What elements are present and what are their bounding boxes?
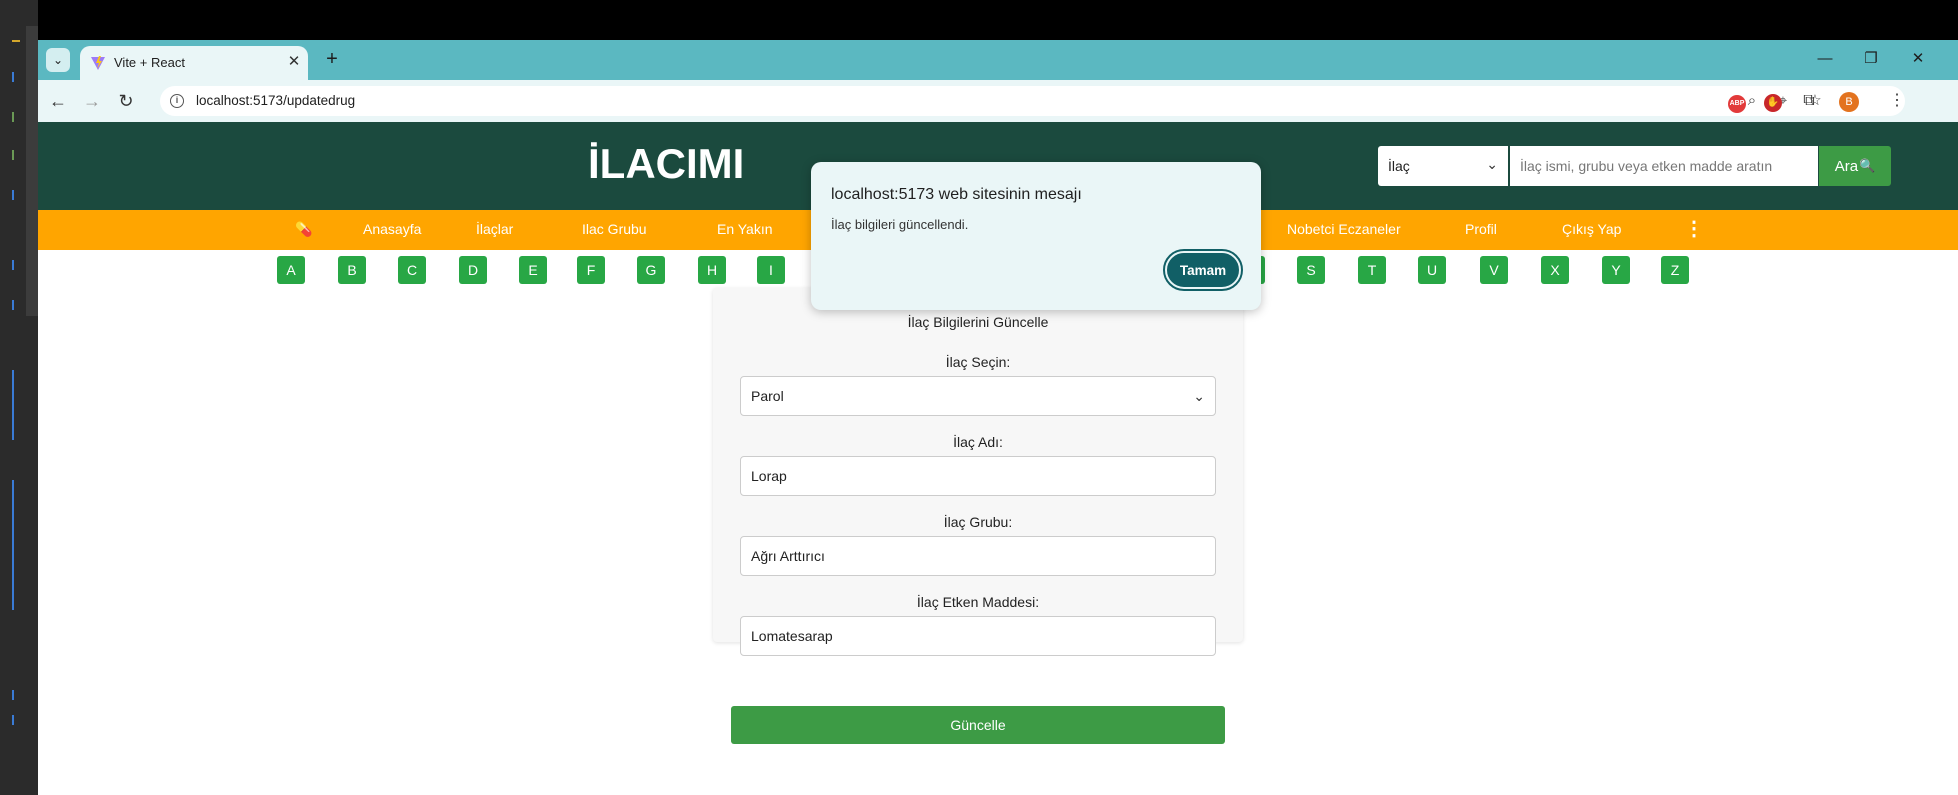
alert-dialog: localhost:5173 web sitesinin mesajı İlaç… bbox=[811, 162, 1261, 310]
search-button-label: Ara bbox=[1834, 157, 1859, 175]
nav-item-drug-group[interactable]: Ilac Grubu bbox=[582, 221, 647, 237]
drug-select-value: Parol bbox=[751, 388, 784, 404]
search-icon: 🔍 bbox=[1859, 158, 1876, 173]
nav-item-nearest[interactable]: En Yakın bbox=[717, 221, 773, 237]
letter-button[interactable]: I bbox=[757, 256, 785, 284]
letter-button[interactable]: B bbox=[338, 256, 366, 284]
editor-marker bbox=[12, 690, 14, 700]
site-brand[interactable]: İLACIMI bbox=[588, 140, 744, 188]
editor-marker bbox=[12, 300, 14, 310]
vite-favicon-icon bbox=[91, 56, 105, 70]
drug-name-value: Lorap bbox=[751, 468, 787, 484]
letter-button[interactable]: G bbox=[637, 256, 665, 284]
drug-group-field[interactable]: Ağrı Arttırıcı bbox=[740, 536, 1216, 576]
profile-initial: B bbox=[1839, 92, 1859, 112]
chevron-down-icon: ⌄ bbox=[1486, 156, 1498, 172]
drug-select[interactable]: Parol ⌄ bbox=[740, 376, 1216, 416]
chevron-down-icon: ⌄ bbox=[1193, 388, 1205, 404]
editor-marker bbox=[12, 72, 14, 82]
letter-button[interactable]: V bbox=[1480, 256, 1508, 284]
search-type-select[interactable]: İlaç ⌄ bbox=[1378, 146, 1508, 186]
adblock-icon[interactable]: ABP bbox=[1726, 90, 1748, 113]
letter-button[interactable]: E bbox=[519, 256, 547, 284]
address-bar[interactable]: i localhost:5173/updatedrug ⌕ ⌖ ☆ bbox=[160, 86, 1905, 116]
active-ingredient-field[interactable]: Lomatesarap bbox=[740, 616, 1216, 656]
back-icon[interactable]: ← bbox=[44, 87, 72, 115]
stop-extension-icon[interactable]: ✋ bbox=[1762, 90, 1784, 112]
browser-toolbar: ← → ↻ i localhost:5173/updatedrug ⌕ ⌖ ☆ … bbox=[38, 80, 1958, 122]
menu-icon[interactable]: ⋮ bbox=[1886, 90, 1908, 112]
letter-button[interactable]: Z bbox=[1661, 256, 1689, 284]
drug-name-field[interactable]: Lorap bbox=[740, 456, 1216, 496]
letter-button[interactable]: T bbox=[1358, 256, 1386, 284]
window-close-icon[interactable]: ✕ bbox=[1898, 46, 1938, 72]
editor-side-strip bbox=[0, 0, 38, 795]
drug-group-label: İlaç Grubu: bbox=[943, 514, 1013, 530]
nav-item-drugs[interactable]: İlaçlar bbox=[476, 221, 513, 237]
tab-strip: ⌄ Vite + React ✕ + — ❐ ✕ bbox=[38, 40, 1958, 80]
tab-title: Vite + React bbox=[114, 55, 185, 70]
editor-marker bbox=[12, 112, 14, 122]
form-title: İlaç Bilgilerini Güncelle bbox=[907, 314, 1049, 330]
editor-marker bbox=[12, 715, 14, 725]
site-info-icon[interactable]: i bbox=[170, 94, 184, 108]
drug-name-label: İlaç Adı: bbox=[953, 434, 1003, 450]
letter-button[interactable]: H bbox=[698, 256, 726, 284]
nav-item-pharmacies-on-duty[interactable]: Nobetci Eczaneler bbox=[1287, 221, 1401, 237]
restore-icon[interactable]: ❐ bbox=[1851, 46, 1891, 72]
editor-marker bbox=[12, 260, 14, 270]
tab-list-icon[interactable]: ⌄ bbox=[46, 48, 70, 72]
avatar[interactable]: B bbox=[1838, 90, 1860, 112]
editor-marker bbox=[12, 370, 14, 440]
active-ingredient-label: İlaç Etken Maddesi: bbox=[916, 594, 1040, 610]
forward-icon[interactable]: → bbox=[78, 87, 106, 115]
nav-item-profile[interactable]: Profil bbox=[1465, 221, 1497, 237]
reload-icon[interactable]: ↻ bbox=[112, 87, 140, 115]
editor-marker bbox=[12, 480, 14, 610]
letter-button[interactable]: A bbox=[277, 256, 305, 284]
letter-button[interactable]: S bbox=[1297, 256, 1325, 284]
extensions-icon[interactable]: ⧉ bbox=[1798, 90, 1820, 112]
editor-scrollbar bbox=[26, 26, 38, 316]
update-button[interactable]: Güncelle bbox=[731, 706, 1225, 744]
search-type-value: İlaç bbox=[1388, 158, 1410, 174]
dialog-message: İlaç bilgileri güncellendi. bbox=[831, 217, 969, 232]
drug-select-label: İlaç Seçin: bbox=[945, 354, 1011, 370]
letter-button[interactable]: D bbox=[459, 256, 487, 284]
search-button[interactable]: Ara 🔍 bbox=[1819, 146, 1891, 186]
close-icon[interactable]: ✕ bbox=[284, 52, 304, 72]
editor-marker bbox=[12, 190, 14, 200]
pill-icon[interactable]: 💊 bbox=[295, 221, 312, 238]
search-input[interactable] bbox=[1510, 146, 1818, 186]
new-tab-icon[interactable]: + bbox=[320, 48, 344, 72]
letter-button[interactable]: F bbox=[577, 256, 605, 284]
letter-button[interactable]: U bbox=[1418, 256, 1446, 284]
browser-window: ⌄ Vite + React ✕ + — ❐ ✕ ← → ↻ i localho… bbox=[38, 40, 1958, 795]
editor-marker bbox=[12, 40, 20, 42]
letter-button[interactable]: C bbox=[398, 256, 426, 284]
minimize-icon[interactable]: — bbox=[1805, 46, 1845, 72]
dialog-ok-button[interactable]: Tamam bbox=[1163, 249, 1243, 291]
update-drug-form: İlaç Bilgilerini Güncelle İlaç Seçin: Pa… bbox=[713, 288, 1243, 656]
dialog-title: localhost:5173 web sitesinin mesajı bbox=[831, 186, 1082, 203]
url-text: localhost:5173/updatedrug bbox=[196, 93, 356, 108]
letter-button[interactable]: Y bbox=[1602, 256, 1630, 284]
nav-item-home[interactable]: Anasayfa bbox=[363, 221, 421, 237]
active-ingredient-value: Lomatesarap bbox=[751, 628, 833, 644]
browser-tab[interactable]: Vite + React ✕ bbox=[80, 46, 308, 80]
screen-top-bar bbox=[38, 0, 1958, 40]
editor-marker bbox=[12, 150, 14, 160]
nav-item-logout[interactable]: Çıkış Yap bbox=[1562, 221, 1621, 237]
more-icon[interactable]: ⋮ bbox=[1684, 216, 1704, 241]
drug-group-value: Ağrı Arttırıcı bbox=[751, 548, 825, 564]
letter-button[interactable]: X bbox=[1541, 256, 1569, 284]
